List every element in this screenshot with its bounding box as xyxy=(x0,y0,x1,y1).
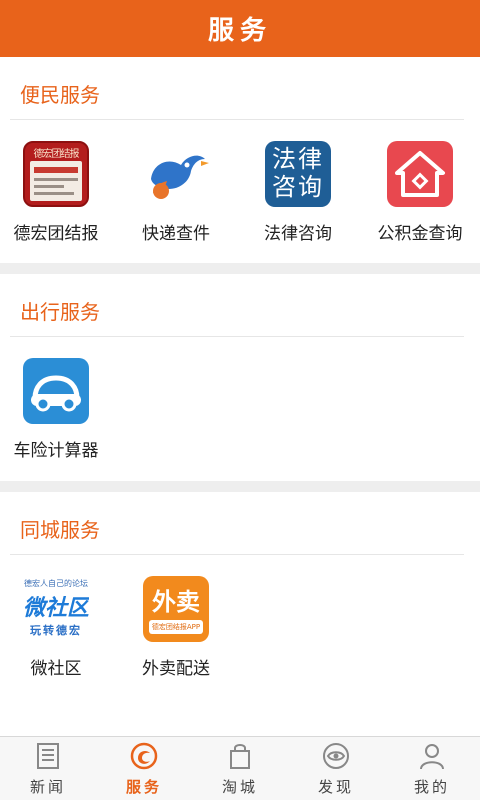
tab-news[interactable]: 新闻 xyxy=(0,737,96,800)
service-label: 公积金查询 xyxy=(377,224,463,244)
takeout-art-title: 外卖 xyxy=(152,588,200,616)
service-label: 德宏团结报 xyxy=(13,224,99,244)
service-tile-micro-community[interactable]: 德宏人自己的论坛 微社区 玩转德宏 微社区 xyxy=(0,576,116,679)
service-label: 法律咨询 xyxy=(264,224,332,244)
discover-eye-icon xyxy=(323,743,349,769)
news-icon xyxy=(37,743,59,769)
section-divider xyxy=(10,336,464,337)
car-icon xyxy=(23,358,89,424)
page-title: 服务 xyxy=(207,16,272,46)
tab-shop[interactable]: 淘城 xyxy=(192,737,288,800)
service-tile-legal[interactable]: 法律咨询 法律咨询 xyxy=(238,141,358,244)
section-local: 同城服务 德宏人自己的论坛 微社区 玩转德宏 微社区 外卖 德宏团结报APP 外… xyxy=(0,492,480,736)
service-icon xyxy=(130,742,158,770)
law-consult-icon: 法律咨询 xyxy=(265,141,331,207)
section-travel: 出行服务 车险计算器 xyxy=(0,274,480,481)
service-label: 外卖配送 xyxy=(142,659,210,679)
bottom-tab-bar: 新闻 服务 淘城 发现 我的 xyxy=(0,736,480,800)
shopping-bag-icon xyxy=(230,744,250,769)
community-art-tagline: 德宏人自己的论坛 xyxy=(24,579,88,588)
micro-community-icon: 德宏人自己的论坛 微社区 玩转德宏 xyxy=(23,576,89,642)
service-label: 微社区 xyxy=(30,659,82,679)
tab-label: 淘城 xyxy=(221,778,258,796)
tab-service[interactable]: 服务 xyxy=(96,737,192,800)
housing-fund-icon xyxy=(387,141,453,207)
law-consult-glyphs: 法律咨询 xyxy=(272,145,324,201)
section-title: 同城服务 xyxy=(20,518,100,542)
takeout-art-strip: 德宏团结报APP xyxy=(149,620,203,634)
section-divider xyxy=(10,554,464,555)
community-art-slogan: 玩转德宏 xyxy=(30,624,82,637)
tab-label: 我的 xyxy=(413,778,450,796)
newspaper-icon: 德宏团结报 xyxy=(23,141,89,207)
tab-profile[interactable]: 我的 xyxy=(384,737,480,800)
newspaper-masthead: 德宏团结报 xyxy=(33,149,80,159)
tab-label: 服务 xyxy=(125,778,162,796)
section-gap xyxy=(0,481,480,492)
service-tile-car-insurance[interactable]: 车险计算器 xyxy=(0,358,116,461)
service-label: 快递查件 xyxy=(142,224,210,244)
tab-discover[interactable]: 发现 xyxy=(288,737,384,800)
section-convenience: 便民服务 德宏团结报 德宏团结报 快递查件 法律咨询 法律咨询 公积金查询 xyxy=(0,57,480,263)
service-tile-takeout[interactable]: 外卖 德宏团结报APP 外卖配送 xyxy=(116,576,236,679)
section-title: 便民服务 xyxy=(20,83,100,107)
tab-label: 发现 xyxy=(317,778,354,796)
tab-label: 新闻 xyxy=(29,778,66,796)
profile-icon xyxy=(420,744,444,770)
section-divider xyxy=(10,119,464,120)
header-bar: 服务 xyxy=(0,0,480,57)
service-tile-housing-fund[interactable]: 公积金查询 xyxy=(360,141,480,244)
service-label: 车险计算器 xyxy=(13,441,99,461)
section-gap xyxy=(0,263,480,274)
bird-courier-icon xyxy=(143,141,209,207)
section-title: 出行服务 xyxy=(20,300,100,324)
service-tile-express[interactable]: 快递查件 xyxy=(116,141,236,244)
service-tile-newspaper[interactable]: 德宏团结报 德宏团结报 xyxy=(0,141,116,244)
community-art-title: 微社区 xyxy=(23,596,89,621)
takeout-icon: 外卖 德宏团结报APP xyxy=(143,576,209,642)
